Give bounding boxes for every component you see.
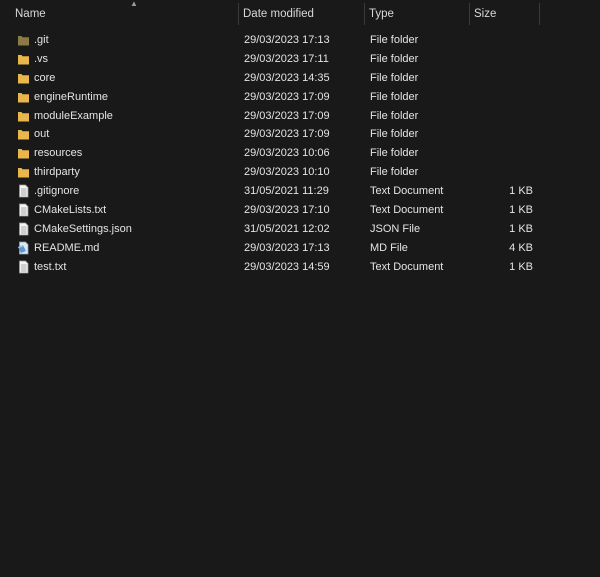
file-list: .git 29/03/2023 17:13 File folder .vs 29/03/… xyxy=(0,31,600,277)
file-date-modified: 29/03/2023 14:35 xyxy=(244,71,330,84)
file-size: 1 KB xyxy=(509,204,533,217)
file-date-modified: 29/03/2023 17:11 xyxy=(244,52,329,65)
file-name: resources xyxy=(34,147,83,160)
file-name: README.md xyxy=(34,241,100,254)
column-header-date-modified[interactable]: Date modified xyxy=(238,0,364,26)
file-row[interactable]: resources 29/03/2023 10:06 File folder xyxy=(0,144,600,163)
file-date-modified: 29/03/2023 17:13 xyxy=(244,241,330,254)
file-name: .vs xyxy=(34,52,49,65)
folder-icon xyxy=(17,109,30,123)
column-header-name-label: Name xyxy=(15,8,46,20)
text-document-icon xyxy=(17,260,30,274)
file-date-modified: 29/03/2023 14:59 xyxy=(244,260,330,273)
column-header-date-label: Date modified xyxy=(243,8,314,20)
file-type: File folder xyxy=(370,128,419,141)
file-row[interactable]: .gitignore 31/05/2021 11:29 Text Document 1… xyxy=(0,182,600,201)
file-name: .gitignore xyxy=(34,185,80,198)
column-header-size-label: Size xyxy=(474,8,497,20)
file-date-modified: 29/03/2023 17:09 xyxy=(244,109,330,122)
file-name: core xyxy=(34,71,56,84)
column-header-type-label: Type xyxy=(369,8,394,20)
sort-ascending-icon: ▲ xyxy=(130,0,138,8)
file-date-modified: 29/03/2023 17:09 xyxy=(244,90,330,103)
file-type: File folder xyxy=(370,147,419,160)
file-list-pane: Name ▲ Date modified Type Size .git 29/03… xyxy=(0,0,600,577)
file-size: 1 KB xyxy=(509,185,533,198)
file-date-modified: 29/03/2023 17:09 xyxy=(244,128,330,141)
file-name: engineRuntime xyxy=(34,90,108,103)
file-name: .git xyxy=(34,34,49,46)
file-row[interactable]: CMakeSettings.json 31/05/2021 12:02 JSON F… xyxy=(0,220,600,239)
file-type: Text Document xyxy=(370,185,444,198)
file-size: 1 KB xyxy=(509,260,533,273)
file-row[interactable]: README.md 29/03/2023 17:13 MD File 4 KB xyxy=(0,239,600,258)
file-name: test.txt xyxy=(34,260,67,273)
file-type: File folder xyxy=(370,71,419,84)
text-document-icon xyxy=(17,184,30,198)
file-type: File folder xyxy=(370,52,419,65)
column-header-name[interactable]: Name ▲ xyxy=(10,0,238,26)
file-size: 4 KB xyxy=(509,241,533,254)
column-divider[interactable] xyxy=(539,3,540,25)
column-header-size[interactable]: Size xyxy=(469,0,540,26)
file-date-modified: 31/05/2021 11:29 xyxy=(244,185,329,198)
file-date-modified: 29/03/2023 10:06 xyxy=(244,147,330,160)
git-folder-icon xyxy=(17,33,30,47)
file-name: thirdparty xyxy=(34,166,80,179)
folder-icon xyxy=(17,127,30,141)
file-name: out xyxy=(34,128,50,141)
file-row[interactable]: moduleExample 29/03/2023 17:09 File folder xyxy=(0,107,600,126)
file-row[interactable]: out 29/03/2023 17:09 File folder xyxy=(0,125,600,144)
folder-icon xyxy=(17,146,30,160)
file-type: File folder xyxy=(370,90,419,103)
folder-icon xyxy=(17,71,30,85)
file-type: Text Document xyxy=(370,260,444,273)
file-row[interactable]: core 29/03/2023 14:35 File folder xyxy=(0,69,600,88)
file-name: CMakeLists.txt xyxy=(34,204,107,217)
file-type: JSON File xyxy=(370,222,421,235)
folder-icon xyxy=(17,52,30,66)
file-type: MD File xyxy=(370,241,408,254)
file-type: File folder xyxy=(370,34,419,46)
file-row[interactable]: test.txt 29/03/2023 14:59 Text Document 1 K… xyxy=(0,258,600,277)
file-name: moduleExample xyxy=(34,109,113,122)
file-date-modified: 29/03/2023 17:10 xyxy=(244,204,330,217)
text-document-icon xyxy=(17,203,30,217)
file-row[interactable]: engineRuntime 29/03/2023 17:09 File folder xyxy=(0,88,600,107)
file-row[interactable]: thirdparty 29/03/2023 10:10 File folder xyxy=(0,163,600,182)
file-row[interactable]: .vs 29/03/2023 17:11 File folder xyxy=(0,50,600,69)
file-type: Text Document xyxy=(370,204,444,217)
file-date-modified: 29/03/2023 17:13 xyxy=(244,34,330,46)
folder-icon xyxy=(17,90,30,104)
file-date-modified: 31/05/2021 12:02 xyxy=(244,222,330,235)
column-header-type[interactable]: Type xyxy=(364,0,469,26)
markdown-file-icon xyxy=(17,241,30,255)
text-document-icon xyxy=(17,222,30,236)
folder-icon xyxy=(17,165,30,179)
file-date-modified: 29/03/2023 10:10 xyxy=(244,166,330,179)
file-row[interactable]: CMakeLists.txt 29/03/2023 17:10 Text Docum… xyxy=(0,201,600,220)
file-type: File folder xyxy=(370,166,419,179)
file-row[interactable]: .git 29/03/2023 17:13 File folder xyxy=(0,31,600,50)
column-header-bar: Name ▲ Date modified Type Size xyxy=(0,0,600,26)
file-size: 1 KB xyxy=(509,222,533,235)
file-type: File folder xyxy=(370,109,419,122)
file-name: CMakeSettings.json xyxy=(34,222,132,235)
